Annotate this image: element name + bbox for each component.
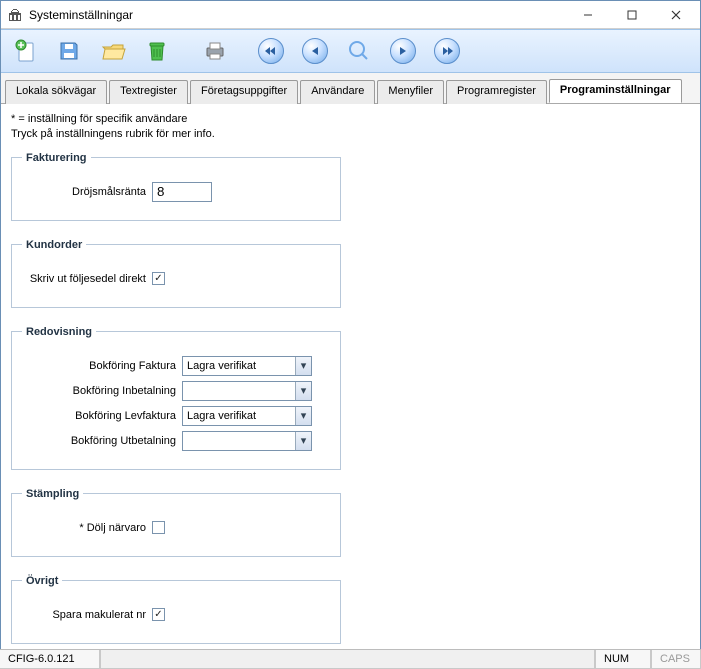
group-kundorder: Kundorder Skriv ut följesedel direkt ✓ [11,239,341,308]
prev-button[interactable] [297,33,333,69]
search-button[interactable] [341,33,377,69]
save-button[interactable] [51,33,87,69]
label-bokforing-utbetalning: Bokföring Utbetalning [22,435,182,447]
tab-foretagsuppgifter[interactable]: Företagsuppgifter [190,80,298,104]
open-button[interactable] [95,33,131,69]
legend-redovisning: Redovisning [22,326,96,338]
select-bokforing-inbetalning[interactable]: ▾ [182,381,312,401]
chevron-down-icon: ▾ [295,382,311,400]
select-bokforing-utbetalning[interactable]: ▾ [182,431,312,451]
label-skrivut: Skriv ut följesedel direkt [22,273,152,285]
chevron-down-icon: ▾ [295,357,311,375]
status-caps: CAPS [651,650,701,669]
label-dolj-narvaro: * Dölj närvaro [22,522,152,534]
legend-kundorder: Kundorder [22,239,86,251]
checkbox-spara-makulerat[interactable]: ✓ [152,608,165,621]
checkbox-skrivut[interactable]: ✓ [152,272,165,285]
tab-textregister[interactable]: Textregister [109,80,188,104]
tab-content: * = inställning för specifik användare T… [1,104,700,649]
label-bokforing-inbetalning: Bokföring Inbetalning [22,385,182,397]
status-version: CFIG-6.0.121 [0,650,100,669]
statusbar: CFIG-6.0.121 NUM CAPS [0,649,701,669]
window-title: Systeminställningar [29,8,566,22]
checkbox-dolj-narvaro[interactable] [152,521,165,534]
label-bokforing-levfaktura: Bokföring Levfaktura [22,410,182,422]
group-ovrigt: Övrigt Spara makulerat nr ✓ [11,575,341,644]
new-button[interactable] [7,33,43,69]
select-bokforing-faktura[interactable]: Lagra verifikat ▾ [182,356,312,376]
status-num: NUM [595,650,651,669]
delete-button[interactable] [139,33,175,69]
tab-programinstallningar[interactable]: Programinställningar [549,79,682,103]
group-fakturering: Fakturering Dröjsmålsränta [11,152,341,221]
label-drojsmalsranta: Dröjsmålsränta [22,186,152,198]
help-text: * = inställning för specifik användare T… [11,112,690,142]
value-bokforing-faktura: Lagra verifikat [187,360,256,372]
group-redovisning: Redovisning Bokföring Faktura Lagra veri… [11,326,341,470]
close-button[interactable] [654,1,698,28]
print-button[interactable] [197,33,233,69]
input-drojsmalsranta[interactable] [152,182,212,202]
select-bokforing-levfaktura[interactable]: Lagra verifikat ▾ [182,406,312,426]
first-button[interactable] [253,33,289,69]
tab-lokala-sokvagar[interactable]: Lokala sökvägar [5,80,107,104]
titlebar: Systeminställningar [1,1,700,29]
tab-programregister[interactable]: Programregister [446,80,547,104]
legend-fakturering: Fakturering [22,152,91,164]
chevron-down-icon: ▾ [295,407,311,425]
value-bokforing-levfaktura: Lagra verifikat [187,410,256,422]
toolbar [1,29,700,73]
group-stampling: Stämpling * Dölj närvaro [11,488,341,557]
tab-anvandare[interactable]: Användare [300,80,375,104]
label-spara-makulerat: Spara makulerat nr [22,609,152,621]
minimize-button[interactable] [566,1,610,28]
label-bokforing-faktura: Bokföring Faktura [22,360,182,372]
chevron-down-icon: ▾ [295,432,311,450]
legend-ovrigt: Övrigt [22,575,62,587]
tab-menyfiler[interactable]: Menyfiler [377,80,444,104]
maximize-button[interactable] [610,1,654,28]
last-button[interactable] [429,33,465,69]
tabstrip: Lokala sökvägar Textregister Företagsupp… [1,73,700,104]
next-button[interactable] [385,33,421,69]
status-spacer [100,650,595,669]
help-line2: Tryck på inställningens rubrik för mer i… [11,127,690,142]
legend-stampling: Stämpling [22,488,83,500]
help-line1: * = inställning för specifik användare [11,112,690,127]
app-icon [7,7,23,23]
